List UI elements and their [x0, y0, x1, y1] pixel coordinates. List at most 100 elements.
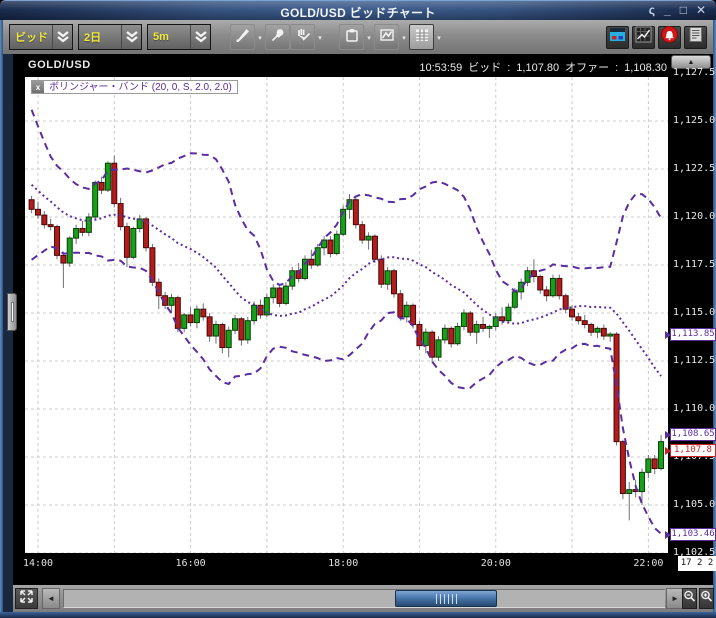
grid-icon	[414, 27, 430, 48]
scrollbar-grip	[436, 594, 458, 604]
candle-up	[385, 271, 390, 284]
candle-down	[277, 288, 282, 303]
candle-down	[188, 315, 193, 323]
window-title: GOLD/USD ビッドチャート	[0, 4, 716, 21]
y-axis-label: 1,112.50	[673, 354, 715, 368]
y-axis-label: 1,110.00	[673, 402, 715, 416]
bollinger-upper-band	[32, 110, 661, 292]
candle-up	[639, 472, 644, 491]
erase-dropdown-arrow-icon[interactable]: ▾	[315, 24, 325, 50]
candle-down	[481, 325, 486, 329]
scrollbar-track[interactable]	[63, 589, 665, 608]
y-axis-label: 1,120.00	[673, 210, 715, 224]
clipboard-button[interactable]	[339, 24, 364, 50]
zoom-in-button[interactable]	[699, 588, 714, 609]
fit-chart-button[interactable]	[15, 588, 38, 609]
candle-down	[42, 215, 47, 225]
candle-up	[105, 163, 110, 190]
grid-dropdown-arrow-icon[interactable]: ▾	[434, 24, 444, 50]
candle-up	[213, 325, 218, 337]
trendline-tool-button[interactable]	[230, 24, 255, 50]
window-frame-bottom	[0, 612, 716, 618]
y-axis-label: 1,127.50	[673, 66, 715, 80]
window-controls: ς _ □ ✕	[649, 3, 706, 18]
quote-time: 10:53:59	[419, 62, 462, 74]
app-window: GOLD/USD ビッドチャート ς _ □ ✕ ビッド 2日 5m	[0, 0, 716, 618]
marker-arrow-icon	[665, 331, 671, 339]
clipboard-dropdown-arrow-icon[interactable]: ▾	[364, 24, 374, 50]
candle-down	[557, 278, 562, 295]
chevron-down-icon	[190, 25, 210, 49]
chart-style-button[interactable]	[374, 24, 399, 50]
candle-up	[252, 305, 257, 320]
chart-style-dropdown-arrow-icon[interactable]: ▾	[399, 24, 409, 50]
side-panel-handle-slot	[11, 302, 14, 322]
period-dropdown[interactable]: 2日	[78, 24, 142, 50]
candle-up	[436, 340, 441, 357]
chevron-down-icon	[121, 25, 141, 49]
news-document-icon	[686, 25, 705, 49]
offer-value: 1,108.30	[624, 62, 667, 74]
candle-up	[506, 307, 511, 320]
grid-button[interactable]	[409, 24, 434, 50]
minimize-icon[interactable]: _	[664, 3, 671, 18]
candle-up	[487, 326, 492, 328]
marker-arrow-icon	[665, 447, 671, 455]
offer-label: オファー	[565, 62, 609, 74]
hand-icon	[294, 26, 311, 48]
candle-down	[614, 334, 619, 442]
candle-down	[207, 317, 212, 336]
zoom-in-icon	[700, 590, 713, 608]
candle-up	[93, 182, 98, 217]
candle-up	[474, 325, 479, 333]
x-axis-label: 18:00	[321, 558, 365, 572]
interval-dropdown[interactable]: 5m	[147, 24, 211, 50]
legend-close-icon[interactable]: x	[32, 81, 44, 93]
rate-panel-icon	[608, 25, 627, 49]
trendline-dropdown-arrow-icon[interactable]: ▾	[255, 24, 265, 50]
title-bar[interactable]: GOLD/USD ビッドチャート ς _ □ ✕	[0, 0, 716, 20]
chevron-down-icon	[52, 25, 72, 49]
alert-bell-icon	[660, 25, 679, 49]
clipboard-icon	[344, 27, 360, 48]
bollinger-middle-band	[32, 185, 661, 376]
erase-drawing-button[interactable]	[290, 24, 315, 50]
toolbar: ビッド 2日 5m ▾	[3, 20, 713, 54]
x-axis-label: 16:00	[169, 558, 213, 572]
candle-up	[283, 286, 288, 303]
close-icon[interactable]: ✕	[696, 3, 706, 18]
candle-up	[646, 459, 651, 472]
trendline-icon	[235, 27, 251, 48]
candle-down	[309, 259, 314, 265]
price-type-label: ビッド	[10, 25, 52, 49]
plot-canvas	[25, 77, 668, 553]
price-type-dropdown[interactable]: ビッド	[9, 24, 73, 50]
candle-up	[366, 236, 371, 240]
pin-annotation-button[interactable]	[265, 24, 290, 50]
candle-up	[334, 234, 339, 253]
candle-up	[182, 315, 187, 328]
candle-up	[245, 321, 250, 340]
candle-down	[124, 227, 129, 258]
offer-sep: :	[615, 62, 618, 74]
y-axis-label: 1,115.00	[673, 306, 715, 320]
candle-up	[525, 271, 530, 283]
pin-icon[interactable]: ς	[649, 3, 655, 18]
candle-up	[226, 330, 231, 347]
alert-button[interactable]	[658, 26, 681, 49]
rate-panel-button[interactable]	[606, 26, 629, 49]
scrollbar-thumb[interactable]	[395, 590, 497, 607]
zoom-out-button[interactable]	[682, 588, 697, 609]
price-plot[interactable]: x ボリンジャー・バンド (20, 0, S, 2.0, 2.0)	[25, 77, 668, 553]
new-chart-button[interactable]	[632, 26, 655, 49]
scroll-left-button[interactable]: ◄	[42, 588, 60, 609]
side-panel-handle[interactable]	[7, 293, 17, 331]
news-button[interactable]	[684, 26, 707, 49]
maximize-icon[interactable]: □	[680, 3, 687, 18]
candle-down	[601, 328, 606, 336]
candle-down	[220, 325, 225, 348]
candle-down	[55, 227, 60, 256]
candle-up	[627, 490, 632, 494]
candle-down	[239, 319, 244, 340]
zoom-out-icon	[683, 590, 696, 608]
